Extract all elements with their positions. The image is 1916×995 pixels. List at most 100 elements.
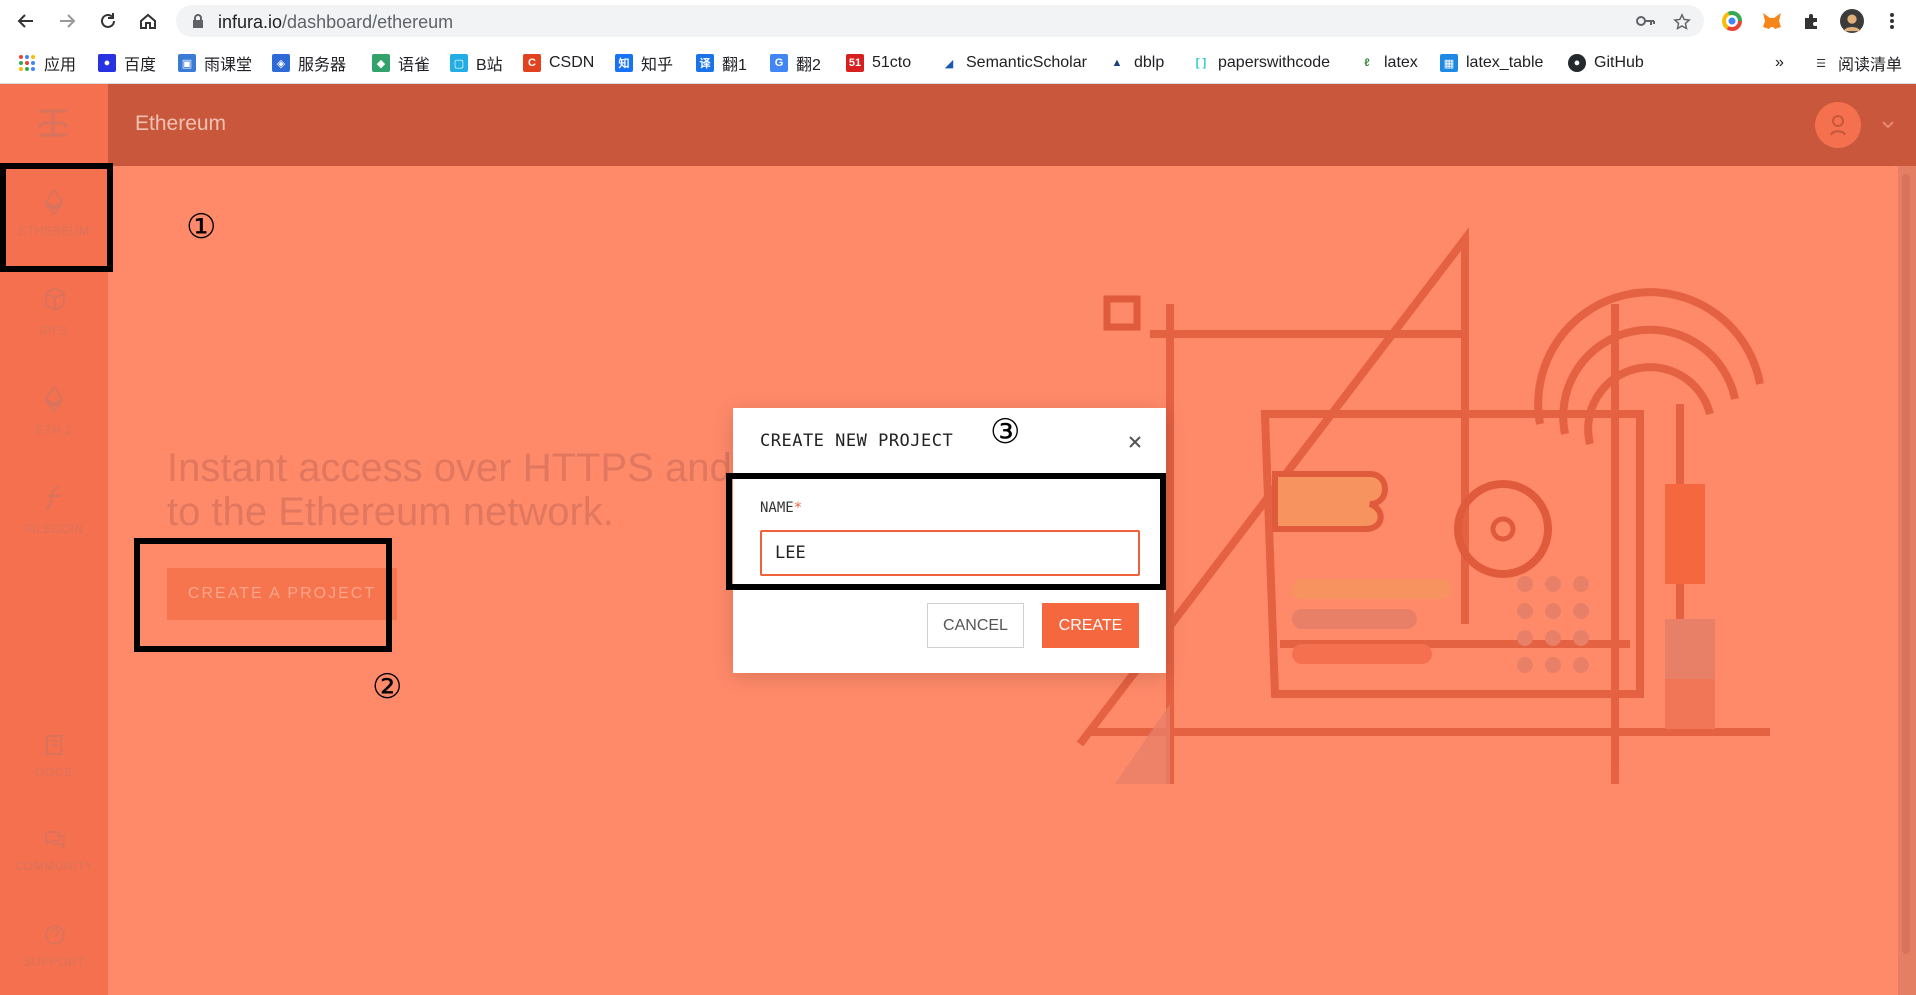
close-icon [1129, 436, 1141, 448]
forward-arrow-icon [60, 14, 76, 28]
bookmarks-bar: 应用 ● 百度 ▣ 雨课堂 ◈ 服务器 ◆ 语雀 ▢ B站 C CSDN 知知乎 译翻1 G… [0, 42, 1916, 84]
bookmark-dblp[interactable]: ▲ dblp [1108, 52, 1165, 74]
chrome-extension-icon[interactable] [1720, 9, 1744, 33]
cancel-button[interactable]: CANCEL [927, 603, 1024, 648]
bookmark-label: 翻1 [722, 57, 747, 74]
51cto-icon: 51 [846, 54, 864, 72]
annotation-box-1 [0, 163, 113, 272]
sidebar-label: FILECOIN [24, 522, 84, 536]
overflow-chevron-icon: » [1775, 54, 1784, 71]
bookmark-label: CSDN [549, 54, 595, 71]
sidebar-item-community[interactable]: COMMUNITY [0, 829, 108, 909]
bookmark-label: paperswithcode [1218, 54, 1331, 71]
annotation-box-3 [726, 473, 1166, 590]
annotation-number-2: ② [372, 667, 403, 707]
page-title: Ethereum [135, 112, 227, 135]
home-button[interactable] [136, 9, 160, 33]
metamask-fox-icon[interactable] [1760, 9, 1784, 33]
sidebar-label: COMMUNITY [14, 859, 94, 873]
server-icon: ◈ [272, 54, 290, 72]
url-path: /dashboard/ethereum [282, 12, 454, 32]
bookmark-latex[interactable]: ℓ latex [1358, 52, 1418, 74]
bookmark-label: B站 [476, 57, 503, 74]
bookmark-label: 翻2 [796, 57, 821, 74]
url-host: infura.io [218, 12, 283, 32]
back-button[interactable] [14, 9, 38, 33]
bookmark-label: dblp [1134, 54, 1165, 71]
star-icon[interactable] [1673, 13, 1691, 31]
bookmark-zhihu[interactable]: 知知乎 [615, 52, 673, 74]
reload-icon [101, 13, 115, 28]
sidebar-item-eth2[interactable]: ETH 2 [0, 368, 108, 448]
profile-avatar[interactable] [1840, 9, 1864, 33]
bookmark-paperswithcode[interactable]: [ ] paperswithcode [1192, 52, 1330, 74]
bookmark-csdn[interactable]: C CSDN [523, 52, 594, 74]
hero-line-2: to the Ethereum network. [167, 490, 614, 534]
cube-icon [45, 287, 65, 311]
sidebar-item-filecoin[interactable]: FILECOIN [0, 467, 108, 547]
annotation-box-2 [134, 538, 392, 652]
browser-toolbar: infura.io/dashboard/ethereum [0, 0, 1916, 42]
bookmark-yuque[interactable]: ◆ 语雀 [372, 52, 430, 74]
zhihu-icon: 知 [615, 54, 633, 72]
translate-icon: 译 [696, 54, 714, 72]
bookmark-label: latex [1384, 54, 1418, 71]
bookmark-label: 51cto [872, 54, 912, 71]
key-icon[interactable] [1636, 13, 1656, 29]
user-avatar-button[interactable] [1815, 102, 1861, 148]
back-arrow-icon [17, 14, 33, 28]
modal-close-button[interactable] [1121, 428, 1149, 456]
reload-button[interactable] [96, 9, 120, 33]
book-icon [46, 735, 62, 755]
reading-list-button[interactable]: ☰ 阅读清单 [1812, 52, 1902, 74]
sidebar-label: SUPPORT [23, 955, 85, 969]
extensions-puzzle-icon[interactable] [1800, 9, 1824, 33]
bookmark-label: GitHub [1594, 54, 1644, 71]
google-translate-icon: G [770, 54, 788, 72]
bookmark-apps[interactable]: 应用 [18, 52, 76, 74]
forward-button[interactable] [55, 9, 79, 33]
paperswithcode-icon: [ ] [1195, 57, 1207, 69]
sidebar-item-ipfs[interactable]: IPFS [0, 269, 108, 349]
bookmark-fanyi1[interactable]: 译翻1 [696, 52, 747, 74]
bookmarks-overflow-button[interactable]: » [1775, 52, 1784, 74]
sidebar-label: IPFS [39, 324, 69, 338]
sidebar-label: DOCS [35, 765, 73, 779]
chevron-down-icon[interactable] [1881, 120, 1895, 130]
modal-title: CREATE NEW PROJECT [760, 431, 954, 451]
bookmark-latex-table[interactable]: ▦ latex_table [1440, 52, 1543, 74]
sidebar-item-support[interactable]: SUPPORT [0, 924, 108, 995]
bookmark-label: 服务器 [298, 57, 347, 74]
github-icon: ● [1568, 54, 1586, 72]
bookmark-label: 语雀 [398, 57, 431, 74]
chat-icon [45, 831, 65, 849]
infura-logo-icon [37, 109, 69, 137]
scrollbar-thumb[interactable] [1902, 174, 1910, 954]
user-icon [1830, 115, 1846, 136]
bookmark-github[interactable]: ● GitHub [1568, 52, 1644, 74]
bookmark-server[interactable]: ◈ 服务器 [272, 52, 346, 74]
bookmark-baidu[interactable]: ● 百度 [98, 52, 156, 74]
apps-grid-icon [19, 55, 35, 71]
url-text: infura.io/dashboard/ethereum [218, 12, 453, 33]
bookmark-label: latex_table [1466, 54, 1544, 71]
create-button[interactable]: CREATE [1042, 603, 1139, 648]
annotation-number-1: ① [186, 207, 217, 247]
latex-icon: ℓ [1364, 57, 1370, 69]
bookmark-bilibili[interactable]: ▢ B站 [450, 52, 503, 74]
yuque-leaf-icon: ◆ [372, 54, 390, 72]
csdn-icon: C [523, 54, 541, 72]
bookmark-51cto[interactable]: 51 51cto [846, 52, 911, 74]
bookmark-semanticscholar[interactable]: ◢ SemanticScholar [940, 52, 1087, 74]
annotation-number-3: ③ [990, 412, 1021, 452]
sidebar-item-docs[interactable]: DOCS [0, 734, 108, 814]
browser-menu-icon[interactable] [1880, 9, 1904, 33]
dblp-icon: ▲ [1111, 57, 1123, 69]
bookmark-yuketang[interactable]: ▣ 雨课堂 [178, 52, 252, 74]
home-icon [140, 13, 156, 29]
address-bar[interactable]: infura.io/dashboard/ethereum [176, 5, 1704, 37]
bookmark-fanyi2[interactable]: G 翻2 [770, 52, 821, 74]
ethereum-illustration [1076, 227, 1770, 784]
semanticscholar-icon: ◢ [944, 57, 954, 70]
hero-line-1: Instant access over HTTPS and [167, 446, 732, 490]
